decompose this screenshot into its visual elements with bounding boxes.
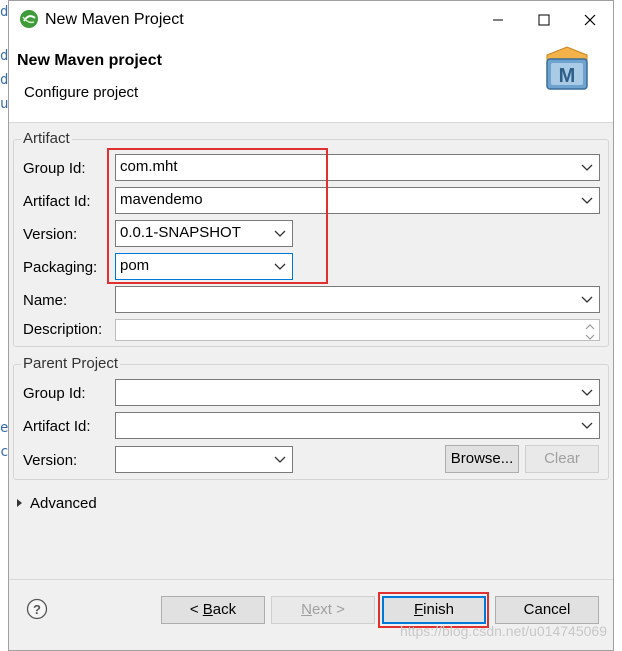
maximize-icon bbox=[538, 14, 550, 26]
next-mnemonic: N bbox=[301, 601, 312, 618]
close-button[interactable] bbox=[567, 1, 613, 39]
parent-artifact-id-combo[interactable] bbox=[115, 412, 600, 439]
parent-version-label: Version: bbox=[23, 452, 78, 469]
minimize-button[interactable] bbox=[475, 1, 521, 39]
parent-project-group-label: Parent Project bbox=[21, 355, 121, 372]
parent-group-id-label: Group Id: bbox=[23, 385, 86, 402]
next-label-rest: ext > bbox=[311, 601, 345, 618]
chevron-down-icon bbox=[581, 389, 593, 396]
expand-triangle-icon bbox=[17, 499, 22, 507]
cancel-label: Cancel bbox=[523, 601, 571, 618]
clear-label: Clear bbox=[544, 450, 580, 467]
packaging-label: Packaging: bbox=[23, 259, 98, 276]
parent-group-id-combo[interactable] bbox=[115, 379, 600, 406]
version-label: Version: bbox=[23, 226, 78, 243]
wizard-title: New Maven project bbox=[17, 52, 162, 69]
back-button[interactable]: < Back bbox=[161, 596, 265, 624]
svg-text:?: ? bbox=[33, 602, 41, 617]
maximize-button[interactable] bbox=[521, 1, 567, 39]
description-label: Description: bbox=[23, 321, 103, 338]
name-label: Name: bbox=[23, 292, 68, 309]
parent-artifact-id-label: Artifact Id: bbox=[23, 418, 91, 435]
wizard-header: New Maven project Configure project M bbox=[9, 39, 613, 123]
watermark-text: https://blog.csdn.net/u014745069 bbox=[399, 623, 607, 639]
group-id-label: Group Id: bbox=[23, 160, 86, 177]
back-mnemonic: B bbox=[202, 601, 213, 618]
title-bar: New Maven Project bbox=[9, 1, 613, 39]
annotation-highlight-box bbox=[107, 148, 328, 284]
parent-version-combo[interactable] bbox=[115, 446, 293, 473]
artifact-id-label: Artifact Id: bbox=[23, 193, 91, 210]
window-title: New Maven Project bbox=[45, 11, 184, 28]
advanced-toggle[interactable]: Advanced bbox=[17, 495, 97, 512]
back-prefix: < bbox=[189, 601, 203, 618]
back-label-rest: ack bbox=[212, 601, 237, 618]
wizard-subtitle: Configure project bbox=[24, 84, 139, 101]
close-icon bbox=[584, 14, 596, 26]
help-icon[interactable]: ? bbox=[26, 598, 48, 620]
clear-button[interactable]: Clear bbox=[525, 445, 599, 473]
footer-separator bbox=[9, 579, 613, 580]
chevron-down-icon bbox=[581, 164, 593, 171]
minimize-icon bbox=[493, 19, 503, 21]
chevron-down-icon bbox=[274, 456, 286, 463]
maven-logo-letter: M bbox=[559, 65, 576, 87]
advanced-label: Advanced bbox=[30, 495, 97, 512]
new-maven-project-dialog: New Maven Project New Maven project Conf… bbox=[8, 0, 614, 651]
browse-button[interactable]: Browse... bbox=[445, 445, 519, 473]
cancel-button[interactable]: Cancel bbox=[495, 596, 599, 624]
next-button[interactable]: Next > bbox=[271, 596, 375, 624]
chevron-down-icon bbox=[581, 197, 593, 204]
chevron-down-icon bbox=[581, 296, 593, 303]
eclipse-icon bbox=[20, 10, 38, 28]
name-combo[interactable] bbox=[115, 286, 600, 313]
maven-logo-icon: M bbox=[546, 46, 588, 90]
chevron-down-icon bbox=[581, 422, 593, 429]
browse-label: Browse... bbox=[450, 450, 514, 467]
description-textarea[interactable] bbox=[115, 319, 600, 341]
artifact-group-label: Artifact bbox=[21, 130, 72, 147]
scroll-arrows-icon[interactable] bbox=[585, 322, 595, 341]
